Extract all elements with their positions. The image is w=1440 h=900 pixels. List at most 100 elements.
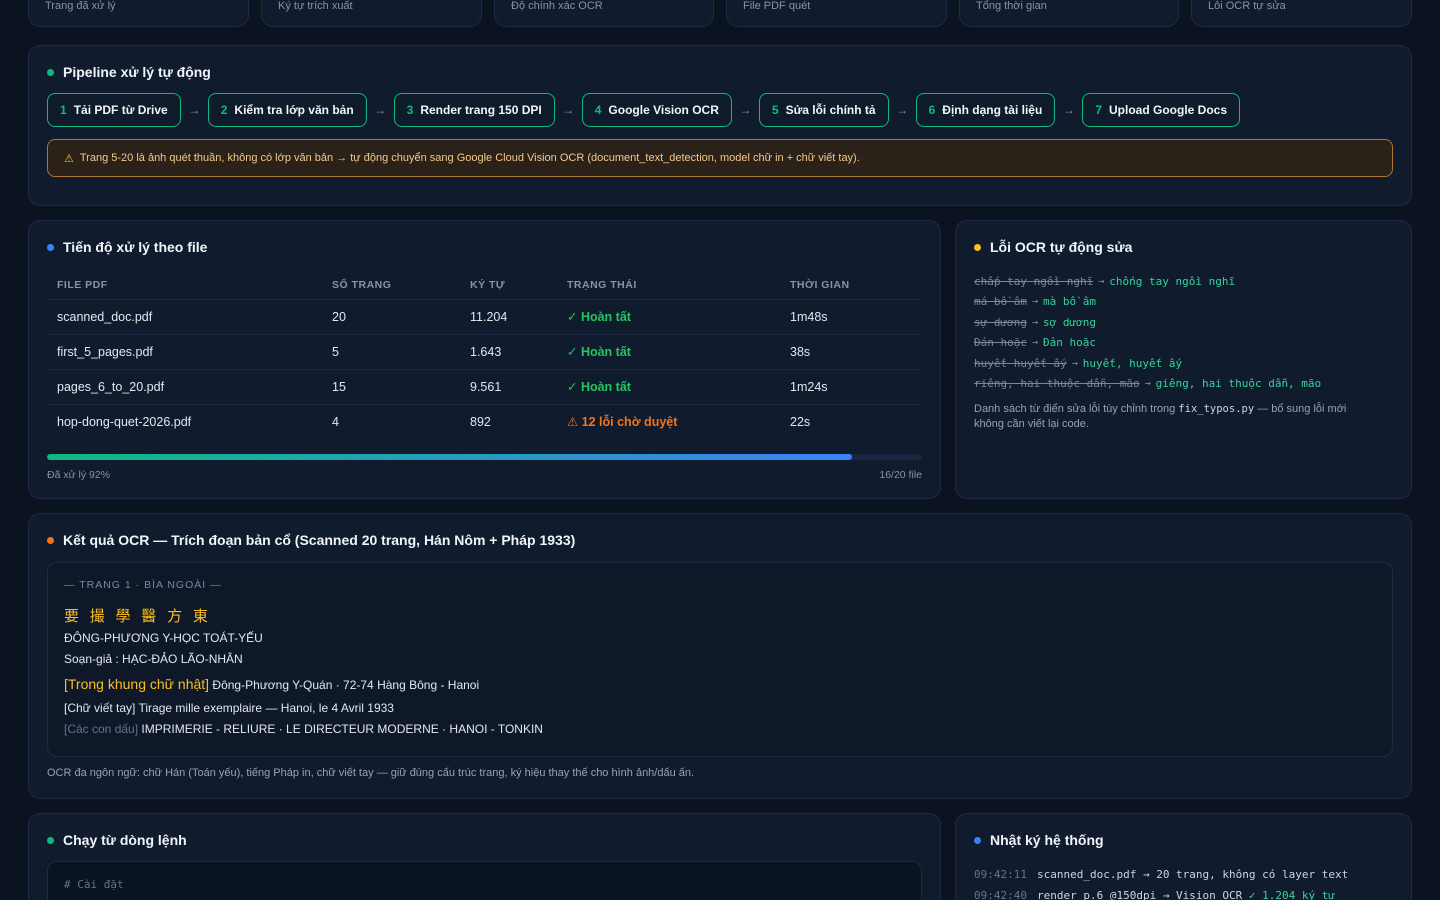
log-title-text: Nhật ký hệ thống	[990, 832, 1104, 848]
ocr-line: [Chữ viết tay] Tirage mille exemplaire —…	[64, 701, 394, 715]
log-entry: 09:42:40 render p.6 @150dpi → Vision OCR …	[974, 885, 1348, 900]
result-title-text: Kết quả OCR — Trích đoạn bản cổ (Scanned…	[63, 532, 576, 548]
cell-time: 1m24s	[780, 369, 922, 405]
progress-bar	[47, 454, 922, 460]
arrow-right-icon: →	[1098, 275, 1105, 287]
ocr-output: — TRANG 1 · BÌA NGOÀI — 要 撮 學 醫 方 東 ĐÔNG…	[47, 562, 1393, 757]
fix-corrected: chống tay ngồi nghĩ	[1109, 274, 1236, 288]
log-time: 09:42:11	[974, 868, 1027, 881]
pipeline-step-check-text-layer[interactable]: 2 Kiểm tra lớp văn bản	[207, 93, 367, 127]
step-label: Kiểm tra lớp văn bản	[234, 103, 354, 117]
ocr-line-text: Đông-Phương Y-Quán · 72-74 Hàng Bông - H…	[209, 678, 480, 692]
fix-original: huyết huyết ấy	[974, 356, 1067, 370]
stat-label: Độ chính xác OCR	[511, 0, 603, 12]
han-nom-title: 要 撮 學 醫 方 東	[64, 607, 211, 625]
fix-original: má bồ âm	[974, 295, 1027, 309]
stat-label: Tổng thời gian	[976, 0, 1047, 12]
cell-pages: 15	[322, 369, 460, 405]
stat-card-scanned-files: File PDF quét	[726, 0, 947, 27]
fix-original: riêng, hai thuộc dẫn, mão	[974, 377, 1140, 391]
column-header-status[interactable]: TRẠNG THÁI	[557, 271, 780, 300]
pipeline-step-format[interactable]: 6 Định dạng tài liệu	[915, 93, 1056, 127]
fix-corrected: huyết, huyết ấy	[1082, 356, 1183, 370]
pipeline-step-upload[interactable]: 7 Upload Google Docs	[1082, 93, 1241, 127]
pipeline-step-vision-ocr[interactable]: 4 Google Vision OCR	[581, 93, 732, 127]
arrow-right-icon: →	[562, 103, 575, 117]
table-row[interactable]: hop-dong-quet-2026.pdf 4 892 ⚠ 12 lỗi ch…	[47, 404, 922, 439]
cell-pages: 5	[322, 334, 460, 370]
table-header-row: FILE PDF SỐ TRANG KÝ TỰ TRẠNG THÁI THỜI …	[47, 271, 922, 300]
log-time: 09:42:40	[974, 889, 1027, 900]
progress-count: 16/20 file	[879, 469, 922, 481]
status-dot-icon	[47, 68, 54, 76]
fix-corrected: mà bồ âm	[1043, 295, 1096, 309]
status-dot-icon	[47, 243, 54, 251]
list-item: sự dương → sợ dương	[974, 312, 1321, 333]
page-label: — TRANG 1 · BÌA NGOÀI —	[64, 579, 222, 591]
log-success: ✓ 1.204 ký tự	[1248, 889, 1335, 900]
fix-list: chấp tay ngồi nghĩ → chống tay ngồi nghĩ m…	[974, 271, 1321, 394]
arrow-right-icon: →	[1144, 378, 1151, 390]
stat-card-ocr-fixes: Lỗi OCR tự sửa	[1191, 0, 1412, 27]
fix-original: chấp tay ngồi nghĩ	[974, 274, 1094, 288]
cli-title: Chạy từ dòng lệnh	[47, 832, 187, 848]
column-header-time[interactable]: THỜI GIAN	[780, 271, 922, 300]
list-item: má bồ âm → mà bồ âm	[974, 292, 1321, 313]
code-block[interactable]: # Cài đặt	[47, 861, 922, 900]
status-dot-icon	[47, 536, 54, 544]
progress-label: Đã xử lý 92%	[47, 469, 111, 481]
ocr-tag: [Các con dấu]	[64, 722, 139, 736]
pipeline-step-render[interactable]: 3 Render trang 150 DPI	[393, 93, 555, 127]
ocr-result-card: Kết quả OCR — Trích đoạn bản cổ (Scanned…	[28, 513, 1412, 799]
table-row[interactable]: first_5_pages.pdf 5 1.643 ✓ Hoàn tất 38s	[47, 334, 922, 370]
fixes-title: Lỗi OCR tự động sửa	[974, 239, 1132, 255]
cli-card: Chạy từ dòng lệnh # Cài đặt	[28, 813, 941, 900]
log-list: 09:42:11 scanned_doc.pdf → 20 trang, khôn…	[974, 864, 1348, 900]
log-message: render p.6 @150dpi → Vision OCR	[1036, 889, 1249, 900]
step-number: 6	[928, 103, 936, 117]
pipeline-step-download[interactable]: 1 Tải PDF từ Drive	[47, 93, 181, 127]
arrow-right-icon: →	[1031, 296, 1039, 308]
pipeline-step-spellfix[interactable]: 5 Sửa lỗi chính tả	[758, 93, 889, 127]
warning-text: Trang 5-20 là ảnh quét thuần, không có l…	[79, 152, 860, 164]
pipeline-title: Pipeline xử lý tự động	[47, 64, 211, 80]
step-number: 1	[60, 103, 67, 117]
cell-chars: 11.204	[460, 299, 557, 335]
ocr-line: ĐÔNG-PHƯƠNG Y-HỌC TOÁT-YẾU	[64, 631, 263, 645]
arrow-right-icon: →	[739, 103, 752, 117]
step-number: 2	[220, 103, 228, 117]
arrow-right-icon: →	[1071, 357, 1078, 369]
cell-file: hop-dong-quet-2026.pdf	[57, 414, 192, 429]
cell-pages: 20	[322, 299, 460, 335]
stat-label: Ký tự trích xuất	[278, 0, 353, 12]
step-label: Render trang 150 DPI	[420, 103, 542, 117]
status-badge: ✓ Hoàn tất	[557, 334, 780, 370]
fixes-note: Danh sách từ điển sửa lỗi tùy chỉnh tron…	[974, 402, 1374, 432]
arrow-right-icon: →	[188, 103, 201, 117]
cell-time: 38s	[780, 334, 922, 370]
status-dot-icon	[47, 836, 54, 844]
ocr-fixes-card: Lỗi OCR tự động sửa chấp tay ngồi nghĩ → c…	[955, 220, 1412, 499]
cell-file: pages_6_to_20.pdf	[47, 369, 322, 405]
stat-label: Trang đã xử lý	[45, 0, 116, 12]
column-header-pages[interactable]: SỐ TRANG	[322, 271, 460, 300]
log-message: scanned_doc.pdf → 20 trang, không có lay…	[1036, 868, 1349, 881]
stat-card-accuracy: Độ chính xác OCR	[494, 0, 714, 27]
fix-original: Đán hoặc	[974, 336, 1027, 350]
pipeline-title-text: Pipeline xử lý tự động	[63, 64, 211, 80]
column-header-file[interactable]: FILE PDF	[47, 271, 322, 300]
step-label: Định dạng tài liệu	[942, 103, 1043, 117]
log-title: Nhật ký hệ thống	[974, 832, 1104, 848]
step-number: 3	[406, 103, 414, 117]
step-number: 5	[771, 103, 779, 117]
pipeline-card: Pipeline xử lý tự động 1 Tải PDF từ Drive…	[28, 45, 1412, 206]
column-header-chars[interactable]: KÝ TỰ	[460, 271, 557, 300]
stat-label: Lỗi OCR tự sửa	[1208, 0, 1286, 12]
cell-file: first_5_pages.pdf	[47, 334, 322, 370]
ocr-line-text: IMPRIMERIE - RELIURE · LE DIRECTEUR MODE…	[138, 722, 543, 736]
stat-label: File PDF quét	[743, 0, 811, 12]
table-row[interactable]: pages_6_to_20.pdf 15 9.561 ✓ Hoàn tất 1m…	[47, 369, 922, 405]
arrow-right-icon: →	[374, 103, 387, 117]
step-label: Upload Google Docs	[1109, 103, 1228, 117]
table-row[interactable]: scanned_doc.pdf 20 11.204 ✓ Hoàn tất 1m4…	[47, 299, 922, 335]
